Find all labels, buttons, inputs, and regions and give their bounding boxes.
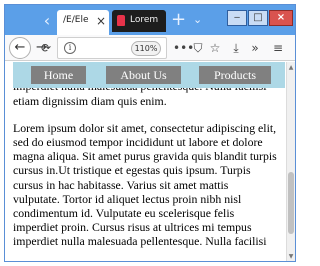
overflow-chevrons-icon[interactable]: » (248, 39, 262, 57)
maximize-button[interactable]: □ (248, 10, 268, 26)
close-window-button[interactable]: × (269, 10, 293, 26)
favicon-icon (117, 15, 125, 26)
tab-title: Lorem (130, 15, 159, 25)
maximize-icon: □ (253, 12, 263, 23)
back-arrow-icon[interactable]: ← (9, 37, 31, 59)
scroll-up-icon[interactable]: ▲ (287, 64, 295, 71)
navigation-toolbar: ← → ⟳ i 110% ••• ⛉ ☆ ⤓ » ≡ (5, 35, 295, 61)
vertical-scrollbar[interactable]: ▲ ▼ (286, 62, 295, 261)
tab-active[interactable]: /E/Ele × (57, 10, 109, 35)
nav-products-button[interactable]: Products (199, 66, 271, 84)
article-text: nisl condimentum id. Vulputate eu sceler… (13, 62, 278, 261)
close-icon: × (276, 12, 286, 23)
menu-icon[interactable]: ≡ (271, 39, 285, 57)
close-tab-icon[interactable]: × (96, 14, 106, 28)
new-tab-plus-icon[interactable]: + (171, 9, 186, 31)
pocket-icon[interactable]: ⛉ (191, 39, 205, 57)
minimize-icon: ‒ (233, 12, 241, 23)
tab-list-icon[interactable]: ⌄ (193, 13, 202, 26)
page-info-icon[interactable]: i (64, 42, 76, 54)
more-actions-icon[interactable]: ••• (173, 39, 194, 57)
nav-home-button[interactable]: Home (31, 66, 86, 84)
browser-window: ‹ /E/Ele × Lorem + ⌄ ‒ □ × ← → ⟳ i 110% … (4, 4, 296, 262)
tab-scroll-left-icon[interactable]: ‹ (39, 11, 55, 31)
url-bar[interactable]: i 110% (57, 37, 167, 59)
bookmark-star-icon[interactable]: ☆ (208, 39, 222, 57)
download-icon[interactable]: ⤓ (229, 39, 243, 57)
paragraph: Lorem ipsum dolor sit amet, consectetur … (13, 120, 277, 249)
window-controls: ‒ □ × (227, 10, 294, 28)
scrollbar-thumb[interactable] (288, 172, 294, 234)
nav-about-us-button[interactable]: About Us (106, 66, 181, 84)
zoom-indicator[interactable]: 110% (131, 41, 161, 56)
site-navbar: Home About Us Products (13, 62, 285, 88)
reload-icon[interactable]: ⟳ (41, 39, 51, 57)
tab-inactive[interactable]: Lorem (112, 10, 166, 32)
tab-strip: ‹ /E/Ele × Lorem + ⌄ ‒ □ × (5, 5, 295, 35)
scroll-down-icon[interactable]: ▼ (287, 253, 295, 260)
minimize-button[interactable]: ‒ (227, 10, 247, 26)
tab-title: /E/Ele (63, 15, 89, 25)
page-content: nisl condimentum id. Vulputate eu sceler… (5, 62, 286, 261)
